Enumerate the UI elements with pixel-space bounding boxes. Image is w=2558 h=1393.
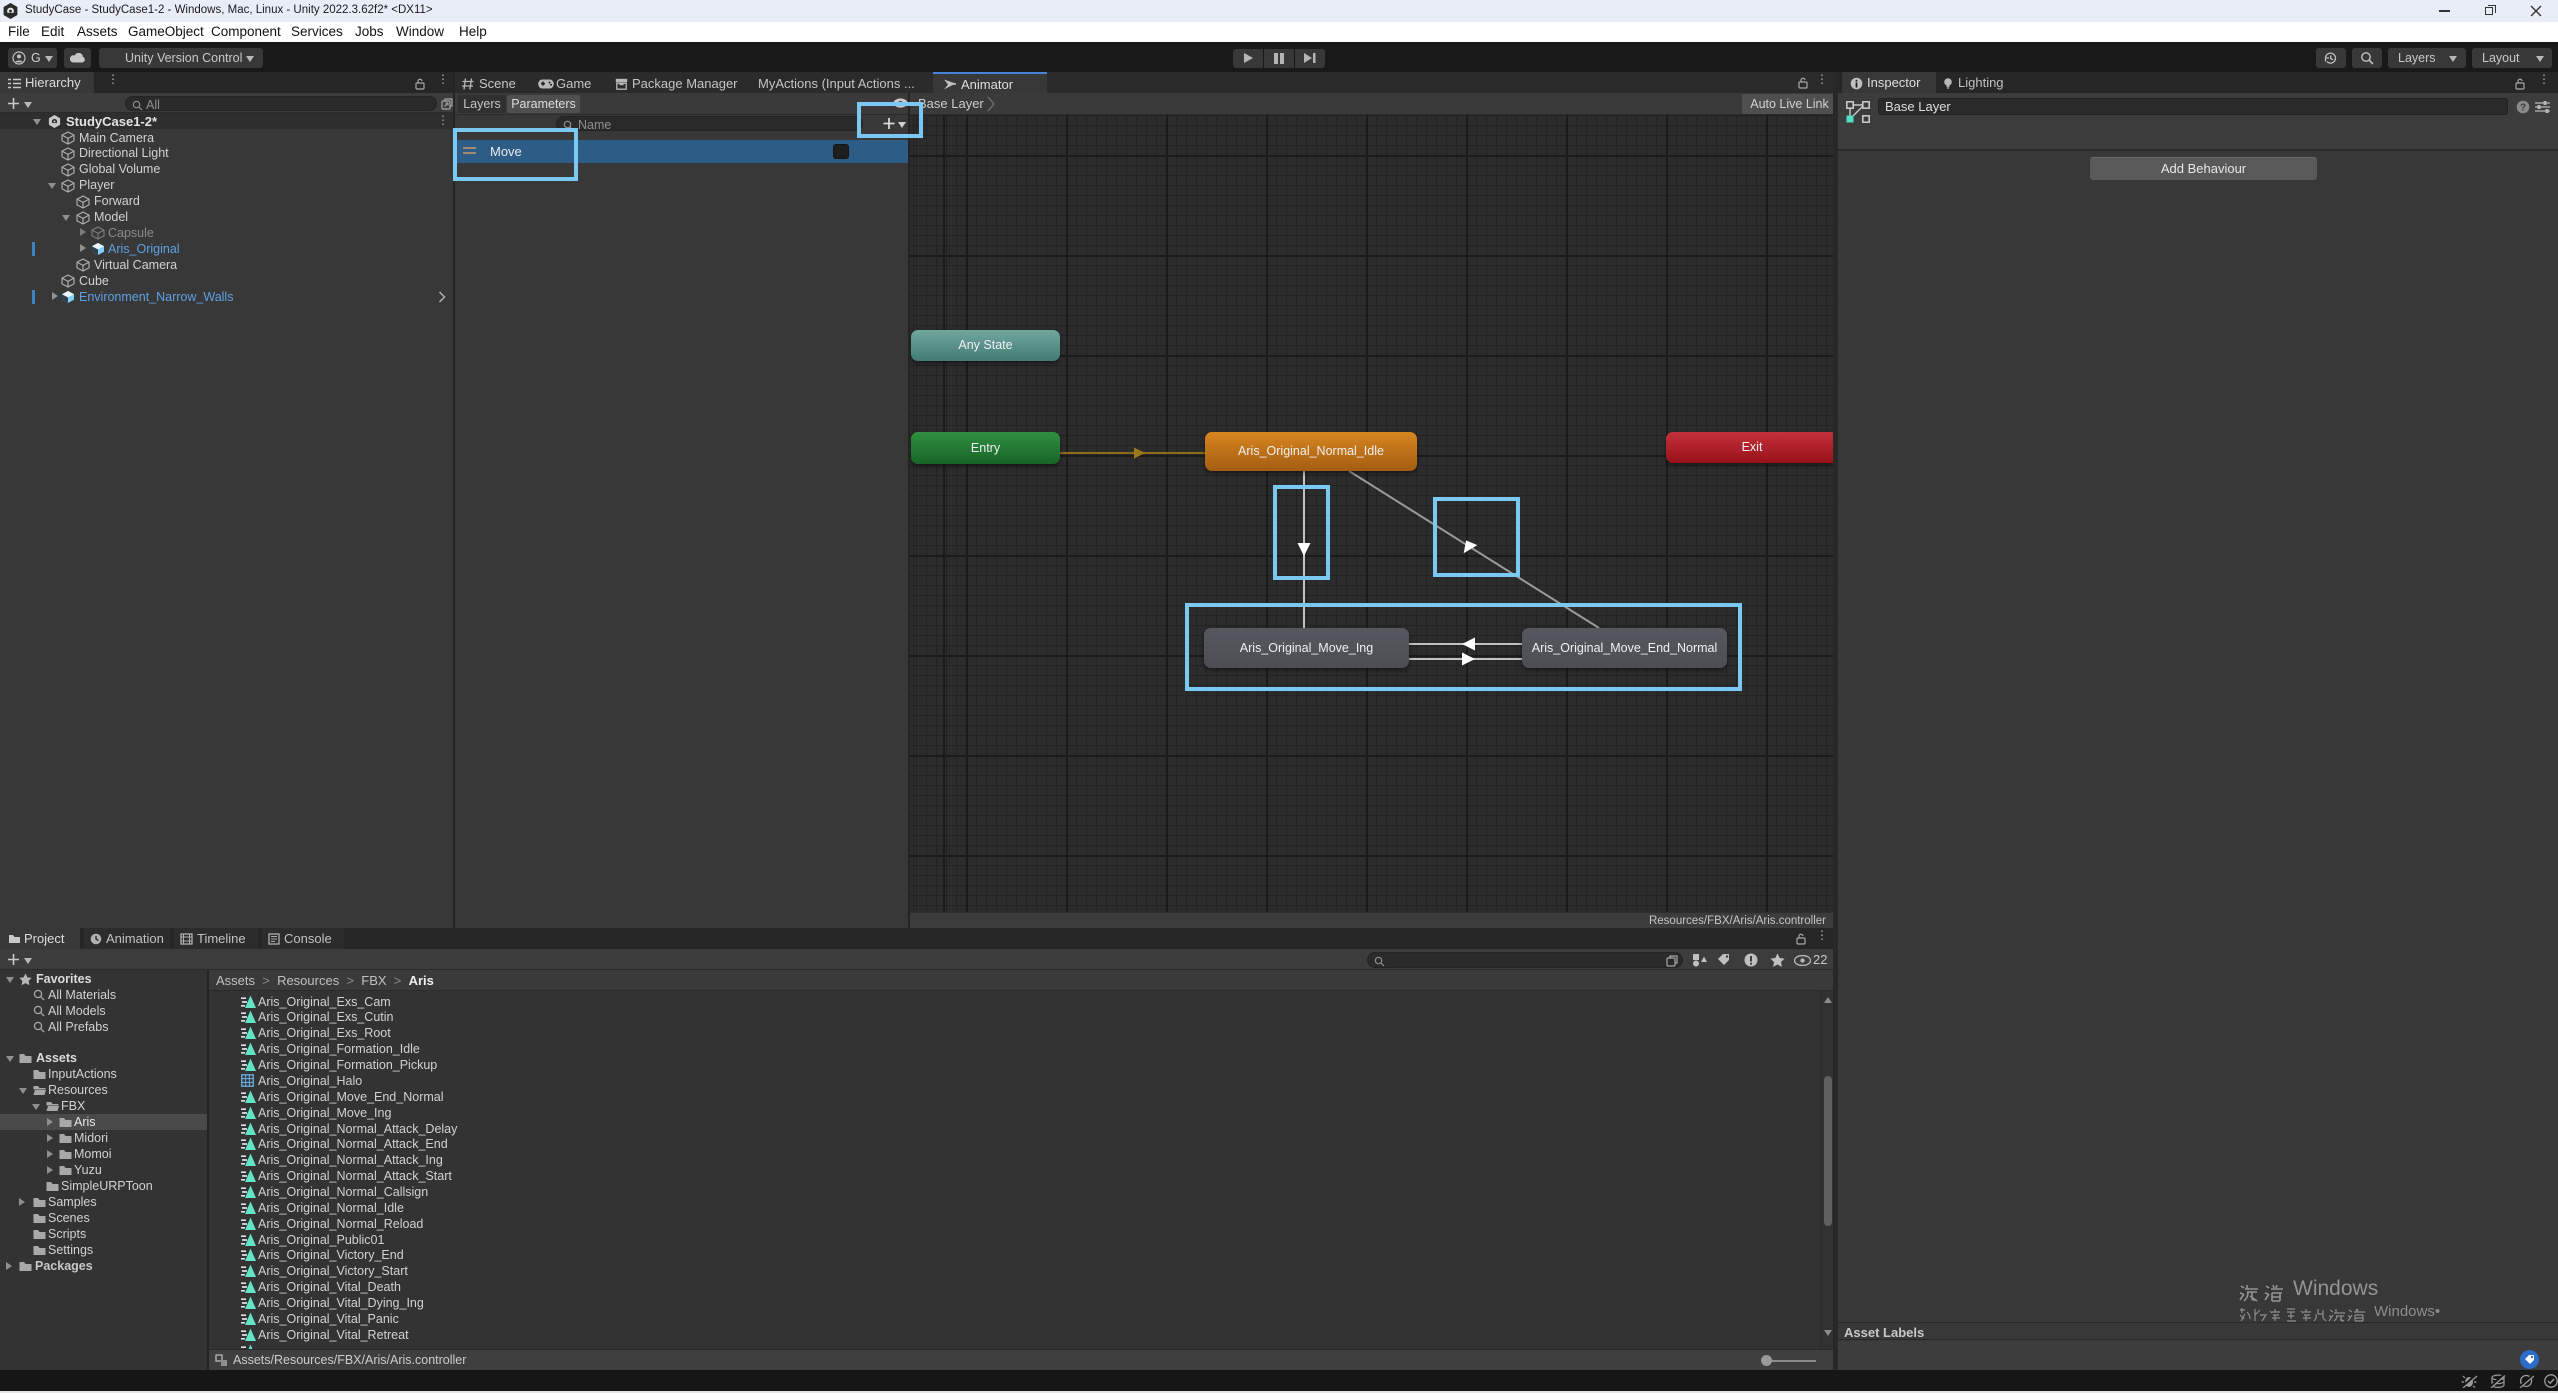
svg-text:?: ? <box>2520 103 2526 114</box>
